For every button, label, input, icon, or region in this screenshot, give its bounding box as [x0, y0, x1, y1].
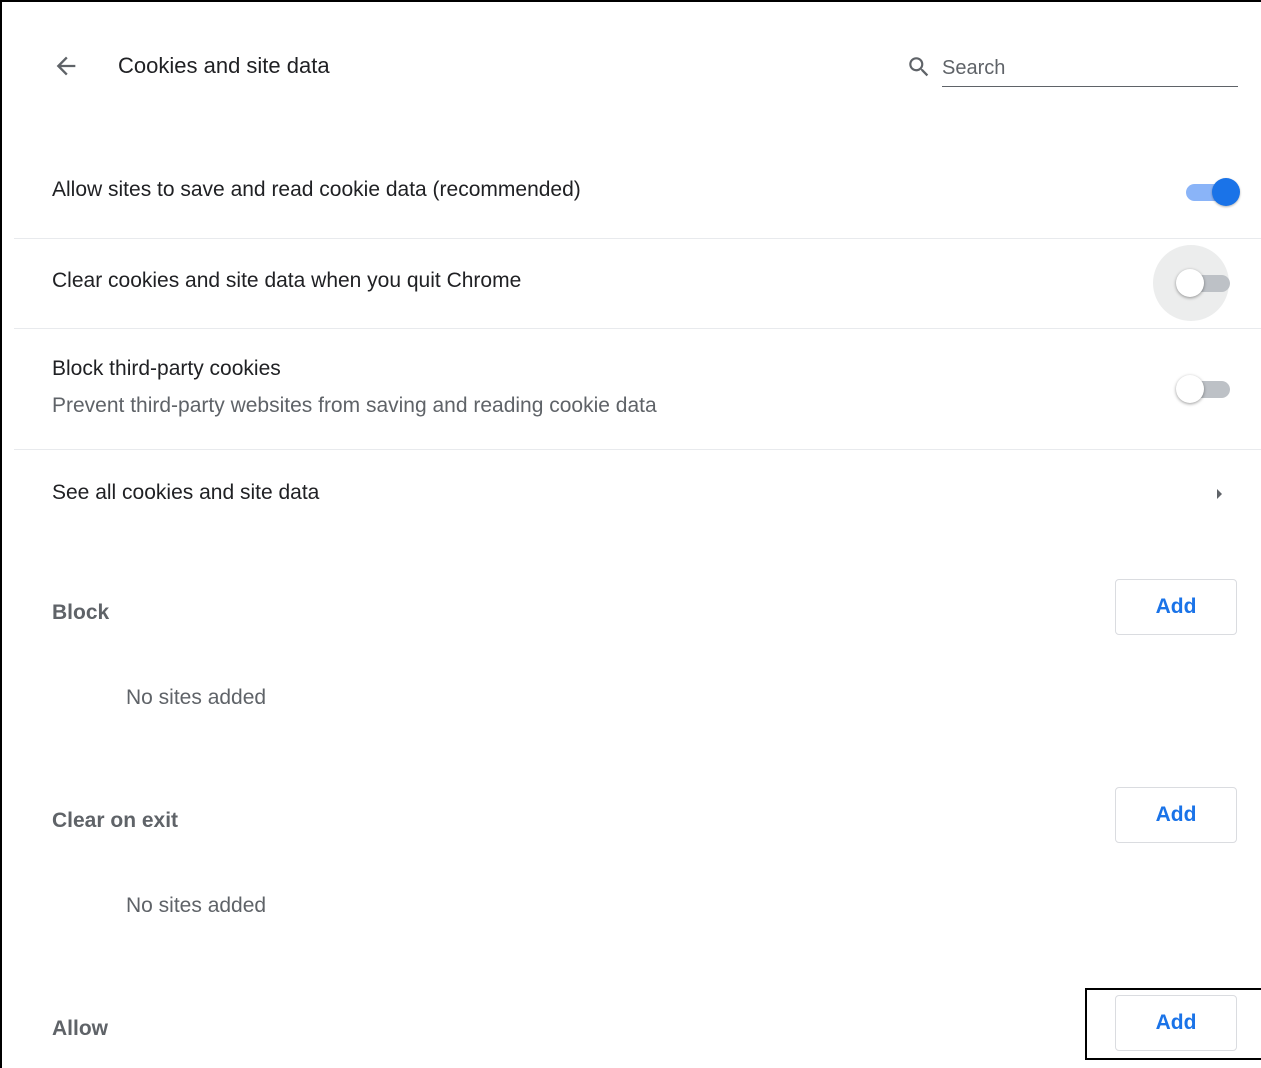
allow-cookies-toggle[interactable] [1182, 177, 1240, 207]
clear-on-exit-section-title: Clear on exit [52, 809, 179, 832]
toggle-knob [1212, 178, 1240, 206]
divider [14, 238, 1261, 239]
search-input[interactable] [942, 50, 1238, 87]
see-all-cookies-label: See all cookies and site data [52, 481, 320, 504]
divider [14, 328, 1261, 329]
toggle-knob [1176, 375, 1204, 403]
page-title: Cookies and site data [118, 53, 330, 78]
see-all-cookies-row[interactable]: See all cookies and site data [14, 450, 1261, 538]
back-button[interactable] [46, 46, 86, 86]
toggle-knob [1176, 269, 1204, 297]
clear-on-quit-toggle[interactable] [1176, 268, 1234, 298]
clear-on-quit-label: Clear cookies and site data when you qui… [52, 269, 522, 292]
block-third-party-description: Prevent third-party websites from saving… [52, 394, 657, 417]
block-add-button[interactable]: Add [1115, 579, 1237, 635]
arrow-right-icon [1217, 489, 1222, 499]
page-header: Cookies and site data [2, 2, 1261, 130]
clear-on-exit-add-button[interactable]: Add [1115, 787, 1237, 843]
allow-section-title: Allow [52, 1017, 108, 1040]
block-third-party-label: Block third-party cookies [52, 357, 281, 380]
allow-add-button[interactable]: Add [1115, 995, 1237, 1051]
block-third-party-toggle[interactable] [1176, 374, 1234, 404]
settings-page: Cookies and site data Allow sites to sav… [0, 0, 1261, 1068]
arrow-back-icon [56, 56, 76, 76]
block-empty-text: No sites added [126, 686, 267, 709]
allow-cookies-label: Allow sites to save and read cookie data… [52, 178, 581, 201]
clear-on-exit-empty-text: No sites added [126, 894, 267, 917]
block-section-title: Block [52, 601, 110, 624]
search-icon[interactable] [906, 54, 932, 80]
search-box [902, 46, 1239, 90]
